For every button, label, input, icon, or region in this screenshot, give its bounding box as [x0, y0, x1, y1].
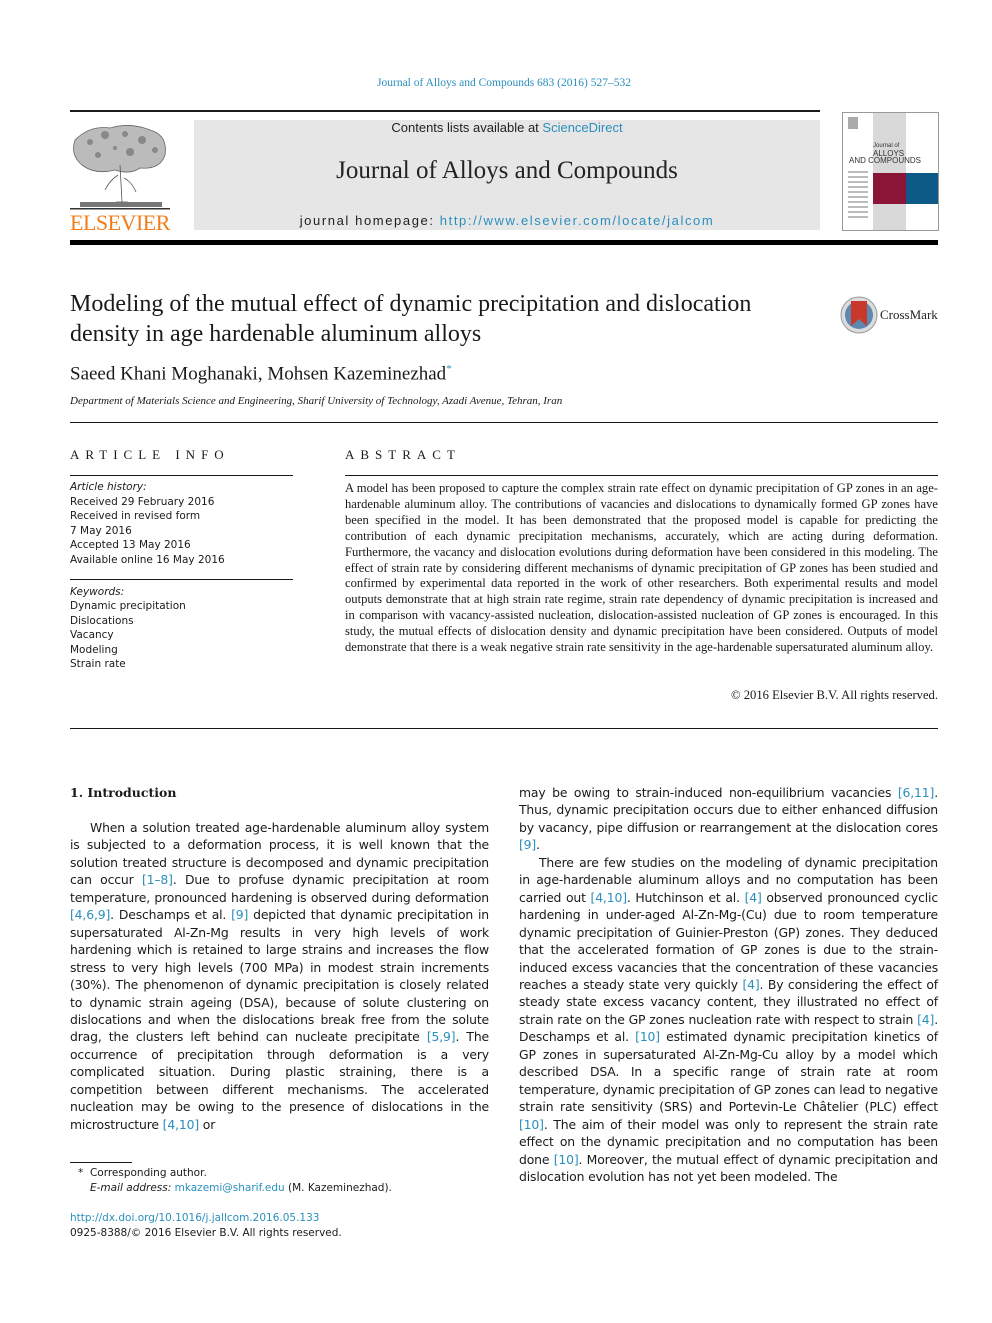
body-text: depicted that dynamic precipitation in s… [70, 907, 489, 1045]
abstract-rule [345, 475, 938, 476]
header-rule [70, 110, 820, 112]
history-item: Received in revised form [70, 510, 201, 523]
cover-title-line3: AND COMPOUNDS [849, 156, 922, 165]
article-info-heading: ARTICLE INFO [70, 447, 230, 462]
citation-link[interactable]: [4] [745, 890, 762, 905]
footnote-rule [70, 1162, 132, 1163]
citation-link[interactable]: [1–8] [142, 872, 173, 887]
citation-link[interactable]: [4] [917, 1012, 934, 1027]
email-suffix: (M. Kazeminezhad). [284, 1182, 392, 1194]
keyword: Vacancy [70, 629, 114, 642]
footnote-mark: * [78, 1167, 84, 1179]
crossmark-badge[interactable]: CrossMark [840, 296, 950, 336]
citation-link[interactable]: [5,9] [427, 1029, 456, 1044]
abstract-copyright: © 2016 Elsevier B.V. All rights reserved… [731, 688, 938, 702]
citation-link[interactable]: [4,10] [163, 1117, 200, 1132]
cover-gray-strip [873, 113, 906, 230]
contents-prefix: Contents lists available at [391, 120, 543, 135]
affiliation-rule [70, 422, 938, 423]
body-paragraph: When a solution treated age-hardenable a… [70, 819, 489, 1133]
corresponding-author-label: Corresponding author. [89, 1167, 207, 1179]
abstract-bottom-rule [70, 728, 938, 729]
citation-link[interactable]: [6,11] [898, 785, 935, 800]
history-item: Accepted 13 May 2016 [70, 539, 191, 552]
elsevier-logo[interactable]: ELSEVIER [70, 120, 172, 235]
citation-text[interactable]: Journal of Alloys and Compounds 683 (201… [377, 77, 631, 89]
keywords: Keywords: Dynamic precipitation Dislocat… [70, 585, 186, 671]
corresponding-author-mark[interactable]: * [446, 363, 452, 375]
body-paragraph: may be owing to strain-induced non-equil… [519, 784, 938, 854]
article-history: Article history: Received 29 February 20… [70, 480, 225, 568]
homepage-line: journal homepage: http://www.elsevier.co… [194, 213, 820, 228]
homepage-link[interactable]: http://www.elsevier.com/locate/jalcom [440, 213, 715, 228]
body-text: may be owing to strain-induced non-equil… [519, 785, 898, 800]
body-text: . Hutchinson et al. [626, 889, 745, 905]
body-text: . Moreover, the mutual effect of dynamic… [519, 1151, 938, 1184]
cover-text-lines [848, 171, 868, 221]
journal-name: Journal of Alloys and Compounds [336, 157, 678, 184]
body-text: . Deschamps et al. [110, 907, 232, 923]
citation-link[interactable]: [9] [519, 837, 536, 852]
history-label: Article history: [70, 481, 147, 493]
email-label: E-mail address: [90, 1182, 175, 1194]
keywords-rule [70, 579, 293, 580]
keyword: Strain rate [70, 658, 126, 671]
affiliation: Department of Materials Science and Engi… [70, 395, 563, 407]
keyword: Dynamic precipitation [70, 600, 186, 613]
history-item: Received 29 February 2016 [70, 495, 215, 508]
body-text: or [199, 1116, 216, 1132]
author-list: Saeed Khani Moghanaki, Mohsen Kazeminezh… [70, 363, 452, 385]
issn-copyright: 0925-8388/© 2016 Elsevier B.V. All right… [70, 1227, 342, 1239]
author-names[interactable]: Saeed Khani Moghanaki, Mohsen Kazeminezh… [70, 363, 446, 384]
sciencedirect-link[interactable]: ScienceDirect [542, 120, 622, 135]
body-text: . The occurrence of precipitation throug… [70, 1029, 489, 1132]
body-paragraph: There are few studies on the modeling of… [519, 854, 938, 1186]
citation-link[interactable]: [4] [742, 977, 759, 992]
email-link[interactable]: mkazemi@sharif.edu [175, 1182, 285, 1194]
footnote: * Corresponding author. E-mail address: … [78, 1166, 392, 1196]
article-title: Modeling of the mutual effect of dynamic… [70, 291, 752, 347]
cover-elsevier-icon [848, 117, 858, 129]
footer: http://dx.doi.org/10.1016/j.jallcom.2016… [70, 1211, 342, 1241]
history-item: Available online 16 May 2016 [70, 553, 225, 566]
keyword: Modeling [70, 643, 118, 656]
journal-cover-thumbnail[interactable]: Journal of ALLOYS AND COMPOUNDS [842, 112, 939, 231]
homepage-prefix: journal homepage: [299, 213, 440, 228]
journal-citation[interactable]: Journal of Alloys and Compounds 683 (201… [0, 77, 992, 89]
body-column-right: may be owing to strain-induced non-equil… [519, 784, 938, 1185]
elsevier-tree-icon [70, 120, 170, 212]
crossmark-label: CrossMark [880, 307, 938, 322]
history-item: 7 May 2016 [70, 524, 132, 537]
body-column-left: When a solution treated age-hardenable a… [70, 819, 489, 1133]
cover-blue-block [906, 173, 938, 204]
doi-link[interactable]: http://dx.doi.org/10.1016/j.jallcom.2016… [70, 1211, 342, 1226]
header-thick-rule [70, 240, 938, 245]
citation-link[interactable]: [9] [231, 907, 248, 922]
keyword: Dislocations [70, 614, 134, 627]
citation-link[interactable]: [10] [554, 1152, 579, 1167]
elsevier-wordmark: ELSEVIER [70, 210, 170, 235]
abstract-heading: ABSTRACT [345, 447, 461, 462]
cover-red-block [873, 173, 906, 204]
abstract-text: A model has been proposed to capture the… [345, 481, 938, 655]
citation-link[interactable]: [4,6,9] [70, 907, 110, 922]
section-heading-introduction: 1. Introduction [70, 785, 177, 800]
body-text: . [536, 837, 540, 853]
citation-link[interactable]: [10] [519, 1117, 544, 1132]
citation-link[interactable]: [10] [635, 1029, 660, 1044]
keywords-label: Keywords: [70, 586, 125, 598]
contents-line: Contents lists available at ScienceDirec… [194, 120, 820, 135]
citation-link[interactable]: [4,10] [591, 890, 628, 905]
journal-banner: Contents lists available at ScienceDirec… [194, 120, 820, 230]
article-info-rule [70, 475, 293, 476]
crossmark-icon [840, 296, 878, 334]
